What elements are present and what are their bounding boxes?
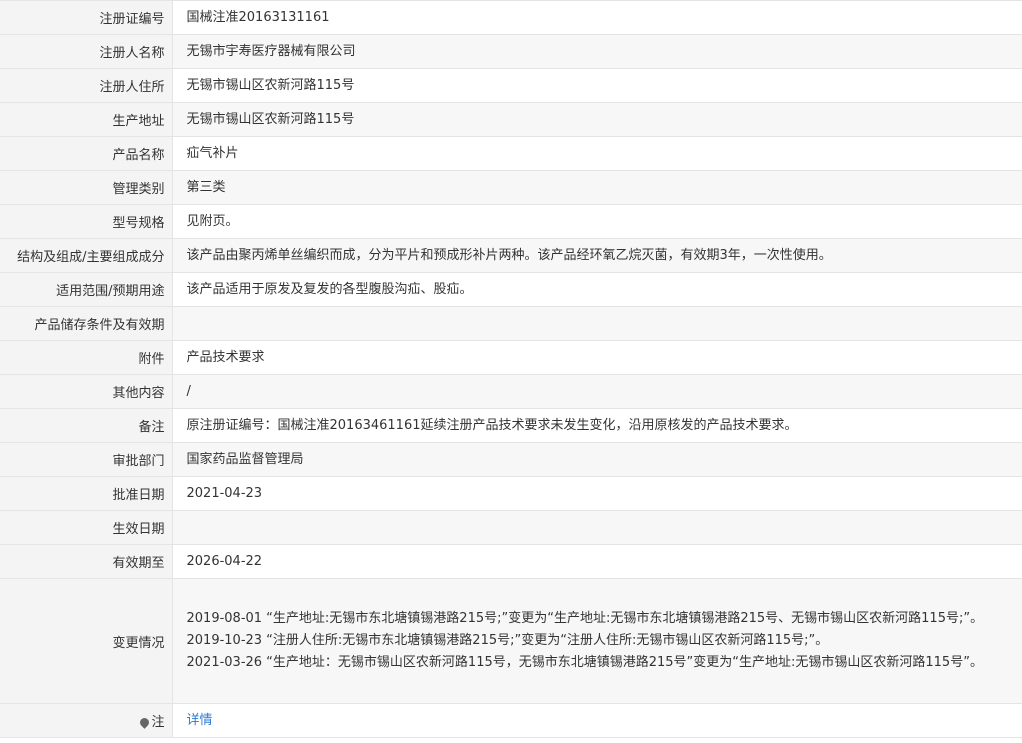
- row-production-address: 生产地址 无锡市锡山区农新河路115号: [0, 102, 1022, 137]
- row-management-category: 管理类别 第三类: [0, 170, 1022, 205]
- field-value: [172, 510, 1022, 545]
- field-value: 国家药品监督管理局: [172, 442, 1022, 477]
- row-storage-conditions: 产品储存条件及有效期: [0, 306, 1022, 341]
- details-link[interactable]: 详情: [187, 713, 213, 728]
- field-value: [172, 306, 1022, 341]
- field-label: 其他内容: [0, 374, 173, 409]
- row-other-content: 其他内容 /: [0, 374, 1022, 409]
- row-effective-date: 生效日期: [0, 510, 1022, 545]
- field-value: 产品技术要求: [172, 340, 1022, 375]
- field-label: 批准日期: [0, 476, 173, 511]
- field-label: 结构及组成/主要组成成分: [0, 238, 173, 273]
- field-label: 产品储存条件及有效期: [0, 306, 173, 341]
- field-label: 附件: [0, 340, 173, 375]
- row-remarks: 备注 原注册证编号：国械注准20163461161延续注册产品技术要求未发生变化…: [0, 408, 1022, 443]
- row-valid-until: 有效期至 2026-04-22: [0, 544, 1022, 579]
- change-entry: 2019-08-01 “生产地址:无锡市东北塘镇锡港路215号;”变更为“生产地…: [186, 611, 984, 626]
- field-label: 生效日期: [0, 510, 173, 545]
- row-change-history: 变更情况 2019-08-01 “生产地址:无锡市东北塘镇锡港路215号;”变更…: [0, 578, 1022, 704]
- field-label: 注册人名称: [0, 34, 173, 69]
- field-value: 国械注准20163131161: [172, 0, 1022, 35]
- field-value: 第三类: [172, 170, 1022, 205]
- row-registrant-name: 注册人名称 无锡市宇寿医疗器械有限公司: [0, 34, 1022, 69]
- note-label-cell: 注: [0, 703, 173, 738]
- field-label: 注册人住所: [0, 68, 173, 103]
- field-value: 该产品适用于原发及复发的各型腹股沟疝、股疝。: [172, 272, 1022, 307]
- field-label: 有效期至: [0, 544, 173, 579]
- field-value: /: [172, 374, 1022, 409]
- field-value: 无锡市锡山区农新河路115号: [172, 68, 1022, 103]
- row-model-spec: 型号规格 见附页。: [0, 204, 1022, 239]
- field-value: 无锡市锡山区农新河路115号: [172, 102, 1022, 137]
- row-structure-composition: 结构及组成/主要组成成分 该产品由聚丙烯单丝编织而成，分为平片和预成形补片两种。…: [0, 238, 1022, 273]
- row-intended-use: 适用范围/预期用途 该产品适用于原发及复发的各型腹股沟疝、股疝。: [0, 272, 1022, 307]
- row-approval-date: 批准日期 2021-04-23: [0, 476, 1022, 511]
- field-value: 无锡市宇寿医疗器械有限公司: [172, 34, 1022, 69]
- field-value: 疝气补片: [172, 136, 1022, 171]
- field-label: 注册证编号: [0, 0, 173, 35]
- field-label: 备注: [0, 408, 173, 443]
- registration-detail-table: 注册证编号 国械注准20163131161 注册人名称 无锡市宇寿医疗器械有限公…: [0, 0, 1022, 738]
- field-label: 型号规格: [0, 204, 173, 239]
- field-label: 注: [151, 715, 165, 730]
- row-product-name: 产品名称 疝气补片: [0, 136, 1022, 171]
- map-pin-icon: [138, 716, 152, 729]
- field-label: 审批部门: [0, 442, 173, 477]
- field-label: 变更情况: [0, 578, 173, 704]
- field-value: 该产品由聚丙烯单丝编织而成，分为平片和预成形补片两种。该产品经环氧乙烷灭菌，有效…: [172, 238, 1022, 273]
- change-history-list: 2019-08-01 “生产地址:无锡市东北塘镇锡港路215号;”变更为“生产地…: [172, 578, 1022, 704]
- field-label: 管理类别: [0, 170, 173, 205]
- field-value: 2021-04-23: [172, 476, 1022, 511]
- field-label: 生产地址: [0, 102, 173, 137]
- field-value: 原注册证编号：国械注准20163461161延续注册产品技术要求未发生变化，沿用…: [172, 408, 1022, 443]
- field-label: 产品名称: [0, 136, 173, 171]
- change-entry: 2019-10-23 “注册人住所:无锡市东北塘镇锡港路215号;”变更为“注册…: [186, 633, 829, 648]
- row-approval-department: 审批部门 国家药品监督管理局: [0, 442, 1022, 477]
- note-value-cell: 详情: [172, 703, 1022, 738]
- field-value: 2026-04-22: [172, 544, 1022, 579]
- row-registrant-address: 注册人住所 无锡市锡山区农新河路115号: [0, 68, 1022, 103]
- row-registration-number: 注册证编号 国械注准20163131161: [0, 0, 1022, 35]
- field-label: 适用范围/预期用途: [0, 272, 173, 307]
- row-attachment: 附件 产品技术要求: [0, 340, 1022, 375]
- row-note: 注 详情: [0, 703, 1022, 738]
- change-entry: 2021-03-26 “生产地址：无锡市锡山区农新河路115号，无锡市东北塘镇锡…: [186, 655, 983, 670]
- field-value: 见附页。: [172, 204, 1022, 239]
